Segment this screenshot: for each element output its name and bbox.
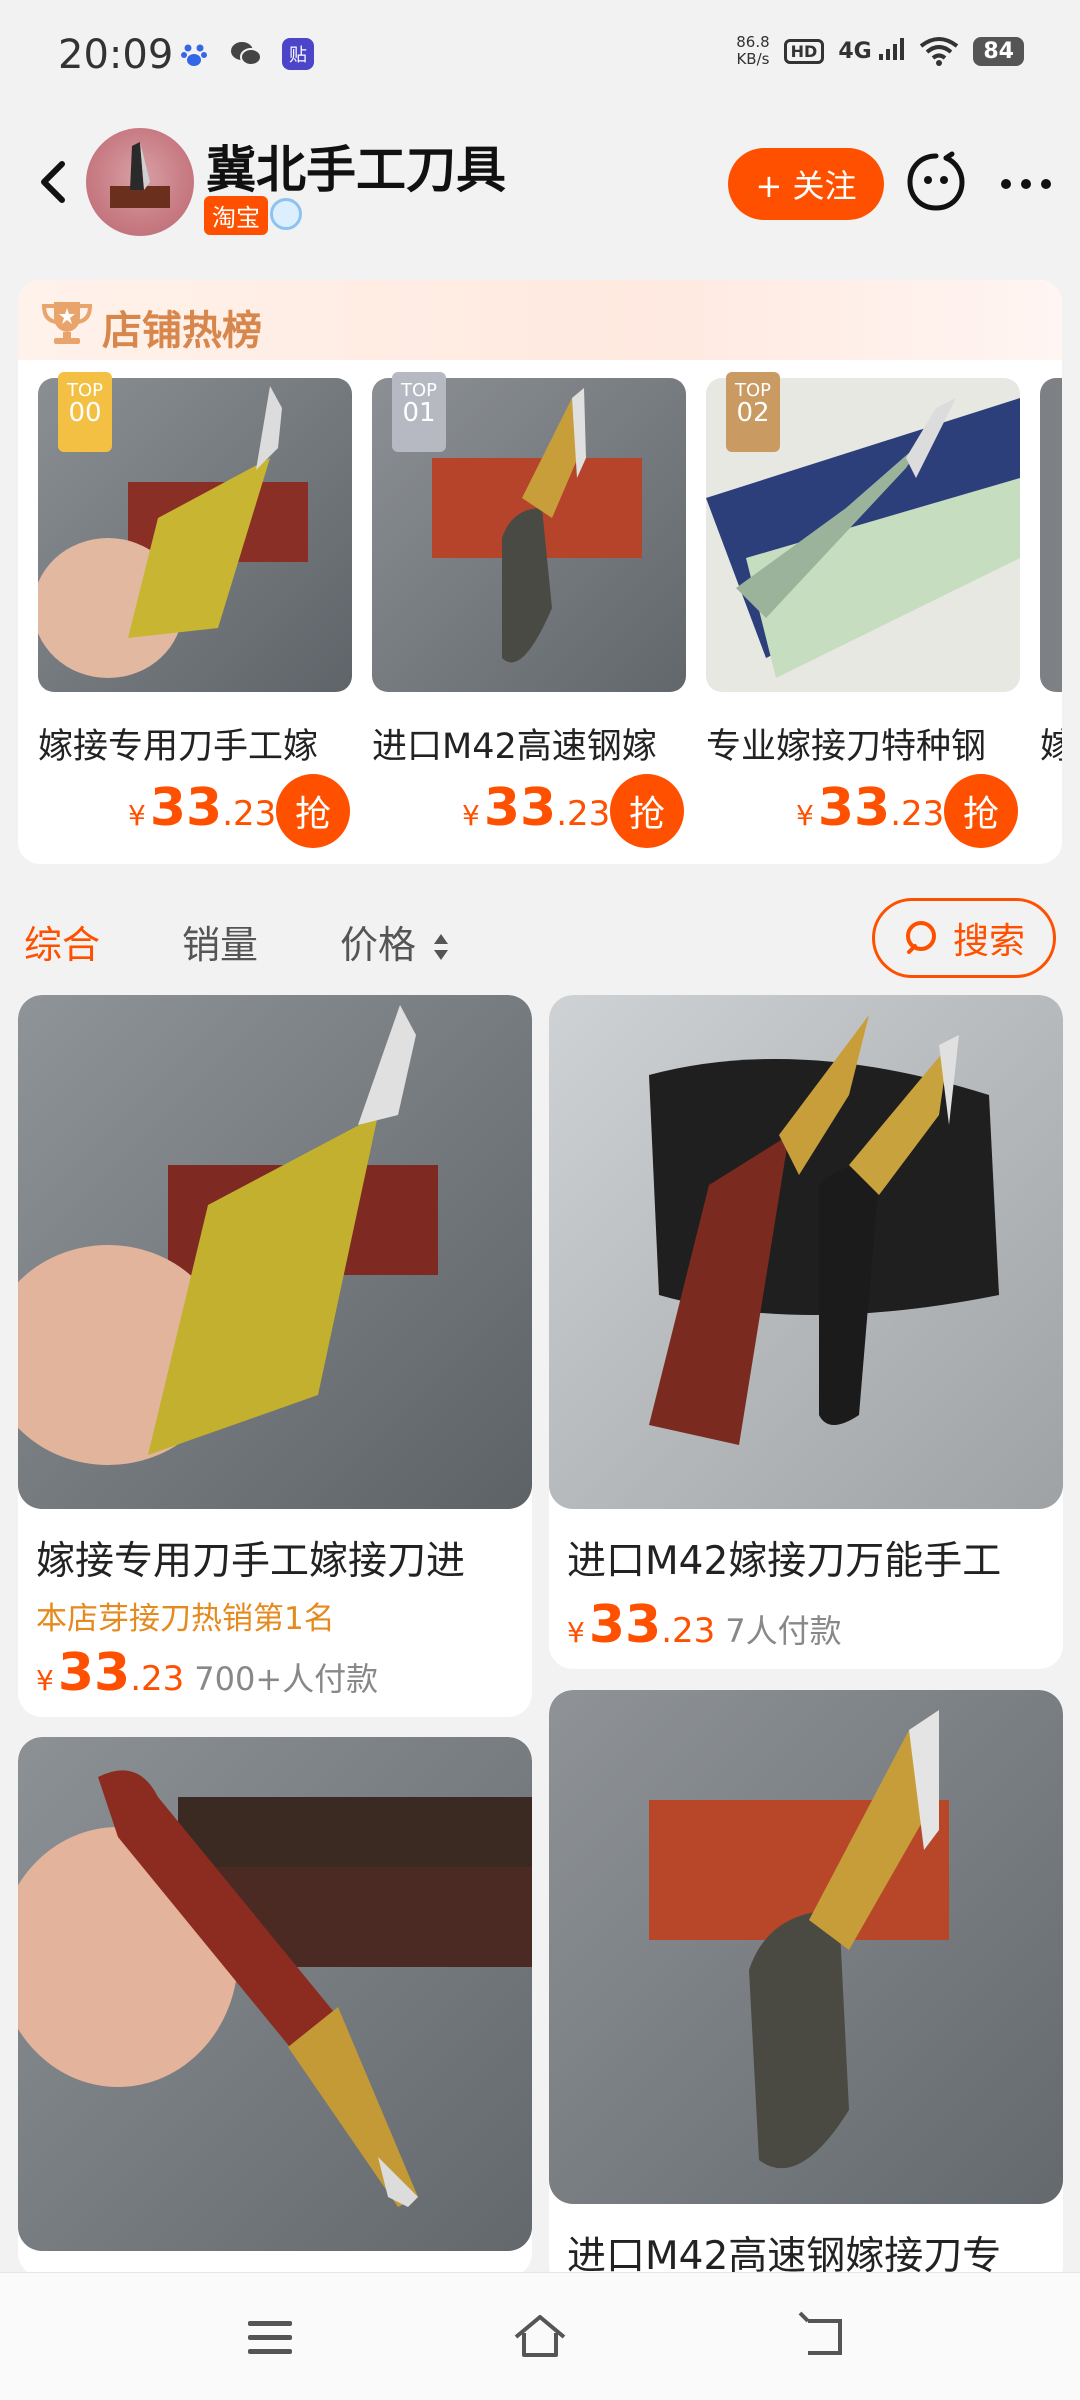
back-arrow-icon[interactable] xyxy=(26,154,82,210)
wifi-icon xyxy=(920,37,959,66)
product-image xyxy=(18,1737,532,2251)
sort-bar: 综合 销量 价格 搜索 xyxy=(0,880,1080,1000)
hot-item-image xyxy=(1040,378,1062,692)
trophy-icon xyxy=(41,302,93,344)
clock: 20:09 xyxy=(58,32,174,78)
notification-icons: 贴 xyxy=(178,38,314,70)
product-card[interactable]: 嫁接专用刀手工嫁接刀进 本店芽接刀热销第1名 ¥33.23 700+人付款 xyxy=(18,995,532,1717)
more-options-icon[interactable] xyxy=(996,164,1056,204)
baidu-paw-icon xyxy=(178,38,210,70)
customer-service-icon[interactable] xyxy=(904,150,968,214)
sold-count: 700+人付款 xyxy=(194,1660,379,1698)
hd-icon: HD xyxy=(783,38,825,64)
shop-name: 冀北手工刀具 xyxy=(206,141,506,199)
hot-item-price: ¥33.23 xyxy=(128,778,277,838)
follow-button[interactable]: + 关注 xyxy=(728,148,884,220)
hot-item-title: 嫁 xyxy=(1040,727,1062,767)
rank-badge: TOP 00 xyxy=(58,372,112,452)
grab-button[interactable]: 抢 xyxy=(610,774,684,848)
hot-item-title: 进口M42高速钢嫁 xyxy=(372,727,657,767)
product-price: ¥33.23 7人付款 xyxy=(567,1595,842,1655)
back-nav-icon[interactable] xyxy=(794,2307,854,2367)
rank-badge: TOP 02 xyxy=(726,372,780,452)
sort-price-tab[interactable]: 价格 xyxy=(340,914,450,969)
system-nav-bar xyxy=(0,2272,1080,2400)
product-price: ¥33.23 700+人付款 xyxy=(36,1643,379,1703)
shop-search-button[interactable]: 搜索 xyxy=(872,898,1056,978)
sort-sales-tab[interactable]: 销量 xyxy=(182,914,258,969)
hot-item-price: ¥33.23 xyxy=(796,778,945,838)
shop-avatar[interactable] xyxy=(86,128,194,236)
product-title: 嫁接专用刀手工嫁接刀进 xyxy=(36,1539,466,1584)
product-image xyxy=(18,995,532,1509)
tieba-icon: 贴 xyxy=(282,38,314,70)
rank-badge: TOP 01 xyxy=(392,372,446,452)
sort-comprehensive-tab[interactable]: 综合 xyxy=(24,914,100,969)
sold-count: 7人付款 xyxy=(725,1612,842,1650)
shop-page: 20:09 贴 86.8 KB/s HD 4G 84 冀北手工刀具 淘宝 + 关… xyxy=(0,0,1080,2400)
hot-item-title: 嫁接专用刀手工嫁 xyxy=(38,727,319,767)
product-rank-tag: 本店芽接刀热销第1名 xyxy=(36,1601,335,1637)
battery-icon: 84 xyxy=(973,36,1024,66)
product-card[interactable] xyxy=(18,1737,532,2277)
taobao-badge: 淘宝 xyxy=(204,196,268,235)
hot-list-title: 店铺热榜 xyxy=(102,308,262,354)
hot-item-price: ¥33.23 xyxy=(462,778,611,838)
product-title: 进口M42嫁接刀万能手工 xyxy=(567,1539,1002,1584)
status-bar: 20:09 贴 86.8 KB/s HD 4G 84 xyxy=(0,0,1080,110)
grab-button[interactable]: 抢 xyxy=(276,774,350,848)
product-card[interactable]: 进口M42高速钢嫁接刀专 xyxy=(549,1690,1063,2290)
wechat-icon xyxy=(230,38,262,70)
product-card[interactable]: 进口M42嫁接刀万能手工 ¥33.23 7人付款 xyxy=(549,995,1063,1669)
search-icon xyxy=(905,921,936,954)
sort-arrows-icon xyxy=(434,934,449,960)
menu-icon[interactable] xyxy=(240,2307,300,2367)
grab-button[interactable]: 抢 xyxy=(944,774,1018,848)
product-image xyxy=(549,995,1063,1509)
system-icons: 86.8 KB/s HD 4G 84 xyxy=(736,34,1024,68)
home-icon[interactable] xyxy=(510,2307,570,2367)
product-image xyxy=(549,1690,1063,2204)
hot-list-header: 店铺热榜 xyxy=(18,280,1062,360)
shop-hot-list: 店铺热榜 TOP 00 嫁接专用刀手工嫁 ¥33.23 抢 TOP 01 进口M42… xyxy=(18,280,1062,864)
shop-header: 冀北手工刀具 淘宝 + 关注 xyxy=(0,120,1080,250)
verified-icon xyxy=(270,198,302,230)
net-speed: 86.8 KB/s xyxy=(736,33,770,68)
hot-item-title: 专业嫁接刀特种钢 xyxy=(706,727,987,767)
hot-list-items: TOP 00 嫁接专用刀手工嫁 ¥33.23 抢 TOP 01 进口M42高速钢嫁 … xyxy=(18,372,1062,858)
signal-icon: 4G xyxy=(838,38,905,64)
